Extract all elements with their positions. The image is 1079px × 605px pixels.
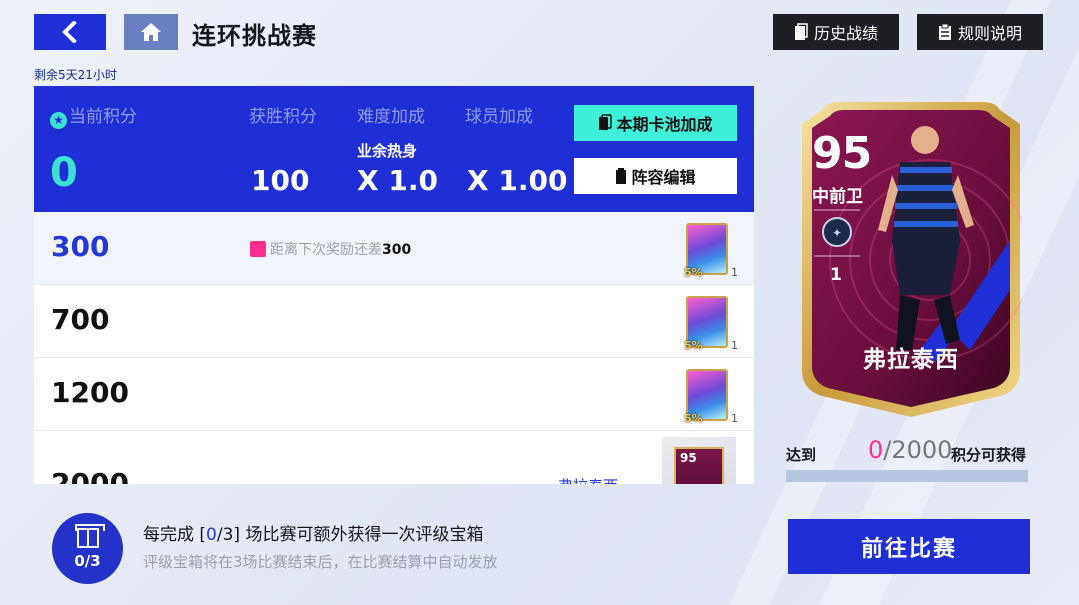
bonus-description: 每完成 [0/3] 场比赛可额外获得一次评级宝箱 [143,520,483,545]
star-icon: ★ [50,112,67,129]
chevron-left-icon [62,21,77,43]
pack-percent: 5% [684,339,703,352]
home-button[interactable] [124,14,178,50]
win-points-value: 100 [251,164,310,197]
back-button[interactable] [34,14,106,50]
bonus-subtext: 评级宝箱将在3场比赛结束后，在比赛结算中自动发放 [143,553,498,571]
reach-target: /2000 [883,436,953,464]
page-title: 连环挑战赛 [192,22,317,50]
current-points-value: 0 [50,150,78,196]
points-progress-bar [786,470,1028,482]
reward-row[interactable]: 2000 弗拉泰西 95 [34,431,754,484]
player-name-link[interactable]: 弗拉泰西 [558,475,618,484]
next-reward-hint-text: 距离下次奖励还差 [270,242,382,258]
difficulty-label: 难度加成 [357,107,425,127]
next-reward-hint: 距离下次奖励还差300 [250,239,411,259]
reward-list[interactable]: 300 距离下次奖励还差300 5% 1 700 5% 1 1200 5% 1 … [34,212,754,484]
reach-current: 0 [868,436,884,464]
rules-button[interactable]: 规则说明 [917,14,1043,50]
clipboard-icon [938,23,951,40]
gift-icon [74,523,105,548]
score-panel: ★ 当前积分 0 获胜积分 100 难度加成 业余热身 X 1.0 球员加成 X … [34,86,754,212]
player-rating: 95 [812,128,872,179]
reach-value: 0/2000 [868,436,952,464]
pack-percent: 5% [684,412,703,425]
bonus-line-suffix: ] 场比赛可额外获得一次评级宝箱 [233,525,484,545]
pack-count: 1 [731,339,738,352]
history-icon [794,23,808,40]
person-icon [250,241,266,257]
lineup-edit-button[interactable]: 阵容编辑 [574,158,737,194]
gift-count: 0/3 [74,551,101,570]
player-card-thumbnail[interactable]: 95 [662,437,736,484]
difficulty-level: 业余热身 [357,142,418,160]
reach-label: 达到 [786,446,817,464]
remaining-time: 剩余5天21小时 [34,68,117,82]
pack-percent: 5% [684,266,703,279]
reward-pack[interactable]: 5% 1 [682,367,738,425]
history-label: 历史战绩 [813,24,878,43]
card-pool-bonus-button[interactable]: 本期卡池加成 [574,105,737,141]
bonus-line-current: 0 [206,525,217,545]
pack-count: 1 [731,412,738,425]
reward-pack[interactable]: 5% 1 [682,294,738,352]
reward-row[interactable]: 300 距离下次奖励还差300 5% 1 [34,212,754,285]
go-to-match-button[interactable]: 前往比赛 [788,519,1030,574]
bonus-line-prefix: 每完成 [ [143,525,207,545]
player-name: 弗拉泰西 [863,347,959,373]
next-reward-hint-value: 300 [382,242,412,258]
pack-count: 1 [731,266,738,279]
reach-suffix: 积分可获得 [951,446,1027,464]
win-points-label: 获胜积分 [249,107,317,127]
svg-text:✦: ✦ [832,226,842,240]
difficulty-value: X 1.0 [357,164,438,197]
cards-icon [599,114,613,130]
history-button[interactable]: 历史战绩 [773,14,899,50]
reward-threshold: 300 [51,230,110,263]
card-thumb-rating: 95 [680,451,697,465]
lineup-edit-label: 阵容编辑 [631,168,696,187]
gift-progress-badge: 0/3 [52,513,123,584]
reward-threshold: 700 [51,303,110,336]
reward-threshold: 1200 [51,376,129,409]
clipboard-icon [616,168,627,184]
card-pool-bonus-label: 本期卡池加成 [616,115,713,134]
player-card-thumbnail-image: 95 [674,447,724,484]
player-card[interactable]: ✦ 95 中前卫 1 弗拉泰西 [800,100,1022,418]
player-position: 中前卫 [812,187,863,207]
home-icon [141,23,161,41]
bonus-line-total: /3 [216,525,234,545]
player-bonus-label: 球员加成 [465,107,533,127]
current-points-text: 当前积分 [69,107,137,127]
rules-label: 规则说明 [957,24,1022,43]
reward-row[interactable]: 700 5% 1 [34,285,754,358]
current-points-label: ★ 当前积分 [50,102,137,129]
reward-row[interactable]: 1200 5% 1 [34,358,754,431]
reward-pack[interactable]: 5% 1 [682,221,738,279]
player-bonus-value: X 1.00 [467,164,568,197]
reward-threshold: 2000 [51,467,129,484]
player-number: 1 [830,265,842,285]
